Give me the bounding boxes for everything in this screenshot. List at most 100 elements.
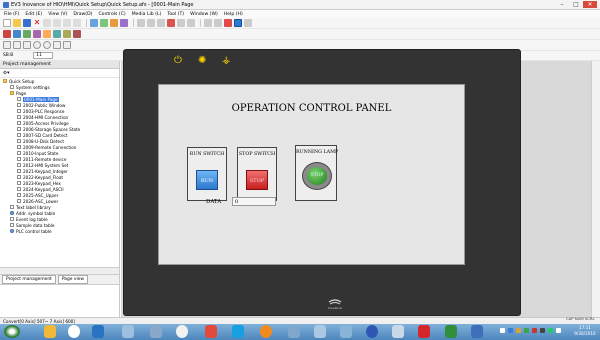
tab-project-management[interactable]: Project management xyxy=(2,275,56,284)
tray-icon-1[interactable] xyxy=(500,328,505,333)
app-icon-1[interactable] xyxy=(122,325,134,338)
rect-icon[interactable] xyxy=(53,41,61,49)
page-icon xyxy=(17,97,21,101)
page-icon xyxy=(17,121,21,125)
frame-icon[interactable] xyxy=(3,41,11,49)
menu-view[interactable]: View (V) xyxy=(48,12,67,17)
app-icon-6[interactable] xyxy=(340,325,352,338)
minimize-button[interactable]: – xyxy=(555,1,569,8)
menu-file[interactable]: File (F) xyxy=(4,12,19,17)
tray-icon-2[interactable] xyxy=(508,328,513,333)
menu-tool[interactable]: Tool (T) xyxy=(167,12,184,17)
menu-help[interactable]: Help (H) xyxy=(224,12,243,17)
record-icon[interactable] xyxy=(224,19,232,27)
arc-icon[interactable] xyxy=(23,41,31,49)
close-button[interactable]: ✕ xyxy=(583,1,597,8)
zoom-icon[interactable] xyxy=(187,19,195,27)
lamp-tool-icon[interactable] xyxy=(73,30,81,38)
align-center-icon[interactable] xyxy=(147,19,155,27)
page-icon xyxy=(17,103,21,107)
undo-icon[interactable] xyxy=(73,19,81,27)
tab-page-view[interactable]: Page view xyxy=(57,275,88,284)
horizontal-scrollbar[interactable] xyxy=(0,267,119,275)
ie-icon[interactable] xyxy=(92,325,104,338)
media-icon[interactable] xyxy=(176,325,188,338)
page-icon xyxy=(17,133,21,137)
menu-edit[interactable]: Edit (E) xyxy=(25,12,42,17)
stop-button[interactable]: STOP xyxy=(246,170,268,190)
circle-icon[interactable] xyxy=(33,41,41,49)
panel-title: OPERATION CONTROL PANEL xyxy=(231,103,392,114)
polyline-icon[interactable] xyxy=(13,41,21,49)
app-icon-7[interactable] xyxy=(366,325,378,338)
panel-settings-icon[interactable]: ⚙▾ xyxy=(3,71,9,76)
cut-icon[interactable] xyxy=(43,19,51,27)
tree-item[interactable]: PLC control table xyxy=(0,228,119,234)
open-folder-icon[interactable] xyxy=(13,19,21,27)
tray-icon-4[interactable] xyxy=(524,328,529,333)
new-file-icon[interactable] xyxy=(3,19,11,27)
taskbar-clock[interactable]: 17:11 9/30/2016 xyxy=(571,325,599,337)
run-switch-label: RUN SWITCH xyxy=(189,152,225,157)
menu-window[interactable]: Window (W) xyxy=(190,12,218,17)
page-icon xyxy=(17,175,21,179)
download-icon[interactable] xyxy=(100,19,108,27)
status-indicators: CAP NUM SCRL xyxy=(566,316,595,321)
app-icon-10[interactable] xyxy=(445,325,457,338)
maximize-button[interactable]: □ xyxy=(569,1,583,8)
tray-icon-3[interactable] xyxy=(516,328,521,333)
delete-icon[interactable]: ✕ xyxy=(33,19,41,27)
tray-icon-7[interactable] xyxy=(548,328,553,333)
tray-icon-6[interactable] xyxy=(540,328,545,333)
shape-ellipse-icon[interactable] xyxy=(33,30,41,38)
app-icon-11[interactable] xyxy=(471,325,483,338)
shape-line-icon[interactable] xyxy=(13,30,21,38)
pointer-icon[interactable] xyxy=(244,19,252,27)
selected-tool-icon[interactable] xyxy=(234,19,242,27)
rounded-rect-icon[interactable] xyxy=(63,41,71,49)
group-icon[interactable] xyxy=(214,19,222,27)
copy-icon[interactable] xyxy=(53,19,61,27)
file-explorer-icon[interactable] xyxy=(44,325,56,338)
menu-draw[interactable]: Draw(D) xyxy=(73,12,92,17)
data-numeric-display[interactable]: 0 xyxy=(232,197,276,206)
power-icon: ⏻ xyxy=(174,55,182,66)
run-switch-box: RUN SWITCH RUN xyxy=(187,147,227,201)
page-number-field[interactable]: 11 xyxy=(33,52,54,59)
menu-media-lib[interactable]: Media Lib (L) xyxy=(132,12,162,17)
volume-icon[interactable] xyxy=(556,328,561,333)
align-right-icon[interactable] xyxy=(157,19,165,27)
app-icon-4[interactable] xyxy=(288,325,300,338)
chrome-icon[interactable] xyxy=(68,325,80,338)
app-icon-9[interactable] xyxy=(418,325,430,338)
simulate-icon[interactable] xyxy=(110,19,118,27)
menu-controls[interactable]: Controls (C) xyxy=(98,12,125,17)
text-icon[interactable] xyxy=(43,30,51,38)
right-scrollbar[interactable] xyxy=(591,61,600,317)
bitmap-icon[interactable] xyxy=(53,30,61,38)
lock-icon[interactable] xyxy=(167,19,175,27)
grid-icon[interactable] xyxy=(177,19,185,27)
tree-item-label: 2012-HMI System Set xyxy=(23,162,69,168)
inovance-logo: Inovance xyxy=(326,297,344,311)
online-icon[interactable] xyxy=(120,19,128,27)
tray-icon-5[interactable] xyxy=(532,328,537,333)
shape-rect-icon[interactable] xyxy=(23,30,31,38)
app-icon-8[interactable] xyxy=(392,325,404,338)
save-icon[interactable] xyxy=(23,19,31,27)
app-icon-5[interactable] xyxy=(314,325,326,338)
paste-icon[interactable] xyxy=(63,19,71,27)
start-button-icon[interactable] xyxy=(4,325,20,338)
compile-icon[interactable] xyxy=(90,19,98,27)
skype-icon[interactable] xyxy=(232,325,244,338)
align-left-icon[interactable] xyxy=(137,19,145,27)
layer-icon[interactable] xyxy=(204,19,212,27)
circle-icon-2[interactable] xyxy=(43,41,51,49)
pdf-icon[interactable] xyxy=(205,325,217,338)
run-button[interactable]: RUN xyxy=(196,170,218,190)
shape-triangle-icon[interactable] xyxy=(3,30,11,38)
app-icon-3[interactable] xyxy=(260,325,272,338)
app-icon-2[interactable] xyxy=(150,325,162,338)
folder-icon xyxy=(10,91,14,95)
chart-icon[interactable] xyxy=(63,30,71,38)
